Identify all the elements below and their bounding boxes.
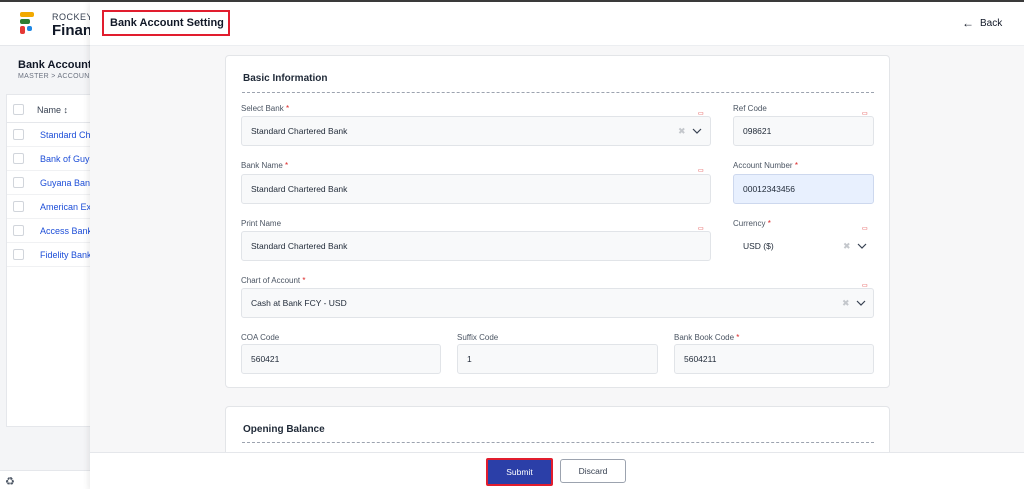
row-checkbox[interactable] [13,153,24,164]
suffix-code-input[interactable]: 1 [457,344,658,374]
row-checkbox[interactable] [13,249,24,260]
back-button[interactable]: ← Back [962,16,1002,30]
section-title: Basic Information [243,73,328,84]
submit-button[interactable]: Submit [486,458,553,486]
discard-button[interactable]: Discard [560,459,626,483]
bank-name-link[interactable]: Bank of Guya [40,154,95,164]
bank-name-label-text: Bank Name [241,161,283,170]
required-mark: * [736,333,740,342]
bank-name-label: Bank Name * [241,161,288,170]
table-row[interactable]: Access Bank [7,219,95,243]
account-number-label: Account Number * [733,161,798,170]
select-bank-label: Select Bank * [241,104,289,113]
bank-book-code-label-text: Bank Book Code [674,333,735,342]
section-divider [242,442,874,443]
bank-account-setting-panel: Bank Account Setting ← Back Basic Inform… [90,2,1024,489]
name-column-header[interactable]: Name ↕ [37,105,68,115]
bank-book-code-input[interactable]: 5604211 [674,344,874,374]
bank-name-input[interactable]: Standard Chartered Bank [241,174,711,204]
coa-code-input[interactable]: 560421 [241,344,441,374]
required-mark: * [794,161,798,170]
bank-book-code-label: Bank Book Code * [674,333,739,342]
table-row[interactable]: Bank of Guya [7,147,95,171]
suffix-code-label-text: Suffix Code [457,333,499,342]
chart-of-account-value: Cash at Bank FCY - USD [251,298,347,308]
chart-of-account-label: Chart of Account * [241,276,306,285]
field-flag-icon: ▭ [698,168,704,174]
basic-information-card: Basic Information Select Bank * ▭ Standa… [225,55,890,388]
currency-label: Currency * [733,219,771,228]
section-title: Opening Balance [243,424,325,435]
select-bank-value: Standard Chartered Bank [251,126,348,136]
recycle-icon[interactable]: ♻ [5,475,15,488]
table-row[interactable]: Guyana Bank [7,171,95,195]
arrow-left-icon: ← [962,16,974,30]
print-name-label-text: Print Name [241,219,282,228]
logo-bar-yellow [20,12,34,17]
bank-name-link[interactable]: Fidelity Bank [40,250,92,260]
select-bank-dropdown[interactable]: Standard Chartered Bank ✖ [241,116,711,146]
select-all-checkbox[interactable] [13,104,24,115]
coa-code-label-text: COA Code [241,333,280,342]
breadcrumb[interactable]: MASTER > ACCOUN [18,73,90,80]
back-label: Back [980,17,1003,29]
page-title: Bank Account [18,59,92,71]
bank-name-link[interactable]: American Exp [40,202,96,212]
ref-code-label-text: Ref Code [733,104,767,113]
required-mark: * [302,276,306,285]
account-number-input[interactable]: 00012343456 [733,174,874,204]
logo-bar-green [20,19,30,24]
logo-bar-blue [27,26,32,31]
section-divider [242,92,874,93]
form-action-bar: Submit Discard [90,452,1024,489]
chevron-down-icon[interactable] [692,126,702,136]
clear-icon[interactable]: ✖ [842,289,850,317]
currency-label-text: Currency [733,219,766,228]
bg-footer: ♻ [0,470,96,489]
row-checkbox[interactable] [13,201,24,212]
bank-name-link[interactable]: Guyana Bank [40,178,95,188]
bank-name-link[interactable]: Access Bank [40,226,92,236]
table-row[interactable]: Standard Cha [7,123,96,147]
currency-dropdown[interactable]: USD ($) ✖ [733,231,874,261]
app-window: ROCKEYE Financ Bank Account MASTER > ACC… [0,0,1024,489]
row-checkbox[interactable] [13,225,24,236]
coa-code-label: COA Code [241,333,279,342]
suffix-code-label: Suffix Code [457,333,498,342]
table-row[interactable]: Fidelity Bank [7,243,95,267]
row-checkbox[interactable] [13,129,24,140]
bank-name-link[interactable]: Standard Cha [40,130,96,140]
chart-of-account-label-text: Chart of Account [241,276,301,285]
print-name-label: Print Name [241,219,281,228]
ref-code-label: Ref Code [733,104,767,113]
panel-title: Bank Account Setting [102,10,230,36]
logo-bar-red [20,26,25,34]
table-header: Name ↕ [7,95,95,123]
print-name-input[interactable]: Standard Chartered Bank [241,231,711,261]
clear-icon[interactable]: ✖ [678,117,686,145]
chart-of-account-dropdown[interactable]: Cash at Bank FCY - USD ✖ [241,288,874,318]
select-bank-label-text: Select Bank [241,104,284,113]
required-mark: * [285,104,290,113]
panel-header: Bank Account Setting ← Back [90,2,1024,46]
account-number-label-text: Account Number [733,161,793,170]
table-row[interactable]: American Exp [7,195,96,219]
row-checkbox[interactable] [13,177,24,188]
chevron-down-icon[interactable] [856,298,866,308]
clear-icon[interactable]: ✖ [843,232,851,260]
ref-code-input[interactable]: 098621 [733,116,874,146]
bank-list-table: Name ↕ Standard Cha Bank of Guya Guyana … [6,94,96,427]
chevron-down-icon[interactable] [857,241,867,251]
app-logo [20,12,40,34]
required-mark: * [285,161,289,170]
required-mark: * [767,219,771,228]
currency-value: USD ($) [743,241,774,251]
